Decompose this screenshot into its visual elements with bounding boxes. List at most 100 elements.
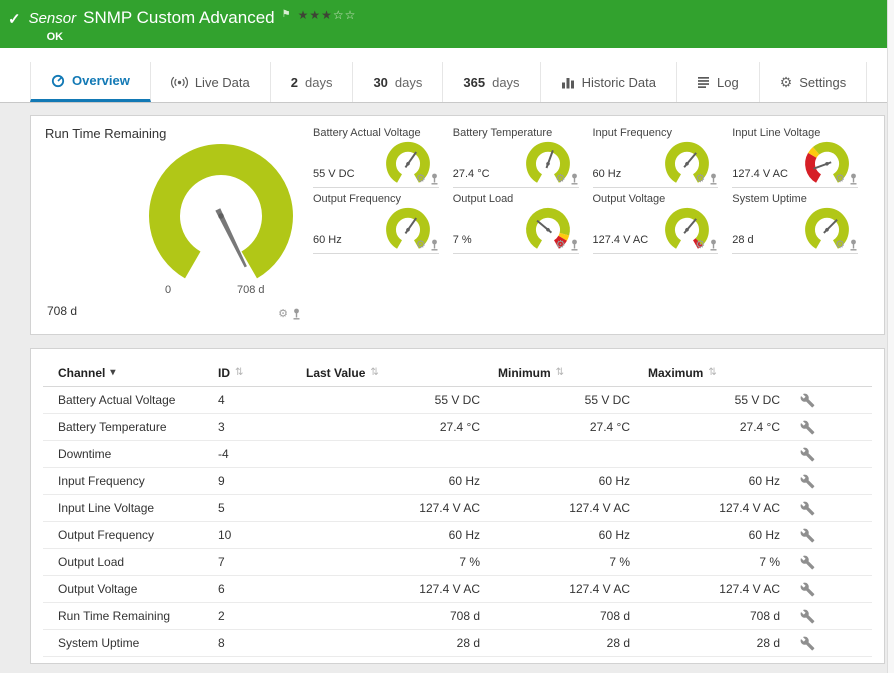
channel-name[interactable]: Downtime — [58, 447, 218, 461]
last-value: 127.4 V AC — [419, 501, 480, 515]
table-row[interactable]: Output Voltage 6 127.4 V AC 127.4 V AC 1… — [43, 576, 872, 603]
minimum-value: 60 Hz — [598, 474, 630, 488]
pin-icon[interactable] — [849, 239, 858, 251]
gear-icon[interactable]: ⚙ — [556, 238, 566, 251]
channel-name[interactable]: Input Frequency — [58, 474, 218, 488]
tab-label: days — [492, 74, 520, 90]
gear-icon[interactable]: ⚙ — [278, 307, 288, 320]
sort-icon[interactable]: ⇅ — [370, 367, 378, 378]
tab-live-data[interactable]: Live Data — [151, 62, 271, 102]
gauge-output-load: Output Load 7 % ⚙ — [452, 192, 579, 254]
gauge-system-uptime: System Uptime 28 d ⚙ — [732, 192, 858, 254]
wrench-settings-icon[interactable] — [800, 636, 815, 651]
tab-label: Historic Data — [581, 74, 656, 90]
table-row[interactable]: Output Frequency 10 60 Hz 60 Hz 60 Hz — [43, 522, 872, 549]
pin-icon[interactable] — [709, 239, 718, 251]
column-header-last-value[interactable]: Last Value ⇅ — [306, 366, 498, 380]
table-row[interactable]: System Uptime 8 28 d 28 d 28 d — [43, 630, 872, 657]
log-list-icon — [697, 77, 709, 88]
sort-icon[interactable]: ⇅ — [708, 367, 716, 378]
gear-icon[interactable]: ⚙ — [695, 172, 705, 185]
column-header-minimum[interactable]: Minimum ⇅ — [498, 366, 648, 380]
tab-2-days[interactable]: 2 days — [271, 62, 354, 102]
gear-icon[interactable]: ⚙ — [835, 238, 845, 251]
table-row[interactable]: Battery Actual Voltage 4 55 V DC 55 V DC… — [43, 387, 872, 414]
minimum-value: 60 Hz — [598, 528, 630, 542]
pin-icon[interactable] — [430, 173, 439, 185]
channel-name[interactable]: Output Voltage — [58, 582, 218, 596]
minimum-value: 27.4 °C — [589, 420, 630, 434]
wrench-settings-icon[interactable] — [800, 501, 815, 516]
channel-name[interactable]: Run Time Remaining — [58, 609, 218, 623]
column-header-channel[interactable]: Channel ▾ — [58, 366, 218, 380]
channel-name[interactable]: System Uptime — [58, 636, 218, 650]
channel-name[interactable]: Battery Actual Voltage — [58, 393, 218, 407]
gear-icon[interactable]: ⚙ — [416, 172, 426, 185]
channel-id: 10 — [218, 528, 232, 542]
pin-icon[interactable] — [570, 239, 579, 251]
wrench-settings-icon[interactable] — [800, 555, 815, 570]
gauge-value: 60 Hz — [313, 234, 342, 246]
tab-historic-data[interactable]: Historic Data — [541, 62, 677, 102]
pin-icon[interactable] — [430, 239, 439, 251]
wrench-settings-icon[interactable] — [800, 582, 815, 597]
wrench-settings-icon[interactable] — [800, 528, 815, 543]
pin-icon[interactable] — [292, 308, 301, 320]
gear-icon[interactable]: ⚙ — [556, 172, 566, 185]
tab-30-days[interactable]: 30 days — [353, 62, 444, 102]
priority-stars[interactable]: ★★★☆☆ — [298, 8, 357, 22]
gauge-battery-temperature: Battery Temperature 27.4 °C ⚙ — [452, 126, 579, 188]
gear-icon[interactable]: ⚙ — [416, 238, 426, 251]
pin-icon[interactable] — [709, 173, 718, 185]
pin-icon[interactable] — [849, 173, 858, 185]
column-header-maximum[interactable]: Maximum ⇅ — [648, 366, 798, 380]
tab-label: Settings — [799, 74, 847, 90]
tab-label: Live Data — [194, 74, 250, 90]
wrench-settings-icon[interactable] — [800, 393, 815, 408]
gear-icon[interactable]: ⚙ — [835, 172, 845, 185]
star-filled-icons[interactable]: ★★★ — [298, 8, 333, 22]
tab-label: Log — [716, 74, 739, 90]
tab-overview[interactable]: Overview — [30, 62, 151, 102]
channel-name[interactable]: Input Line Voltage — [58, 501, 218, 515]
channel-name[interactable]: Output Frequency — [58, 528, 218, 542]
table-row[interactable]: Output Load 7 7 % 7 % 7 % — [43, 549, 872, 576]
maximum-value: 27.4 °C — [739, 420, 780, 434]
gauge-value: 7 % — [452, 234, 472, 246]
channel-id: 4 — [218, 393, 225, 407]
table-row[interactable]: Input Frequency 9 60 Hz 60 Hz 60 Hz — [43, 468, 872, 495]
overview-gauge-icon — [51, 74, 65, 87]
table-row[interactable]: Input Line Voltage 5 127.4 V AC 127.4 V … — [43, 495, 872, 522]
column-header-id[interactable]: ID ⇅ — [218, 366, 306, 380]
pin-icon[interactable] — [570, 173, 579, 185]
last-value: 28 d — [456, 636, 480, 650]
sort-icon[interactable]: ⇅ — [235, 367, 243, 378]
wrench-settings-icon[interactable] — [800, 447, 815, 462]
scrollbar-track[interactable] — [887, 0, 894, 673]
channel-name[interactable]: Output Load — [58, 555, 218, 569]
gauge-output-frequency: Output Frequency 60 Hz ⚙ — [313, 192, 439, 254]
tab-number: 365 — [463, 74, 486, 90]
wrench-settings-icon[interactable] — [800, 474, 815, 489]
star-empty-icons[interactable]: ☆☆ — [333, 8, 357, 22]
gear-icon[interactable]: ⚙ — [695, 238, 705, 251]
gauge-value: 55 V DC — [313, 168, 355, 180]
wrench-settings-icon[interactable] — [800, 609, 815, 624]
wrench-settings-icon[interactable] — [800, 420, 815, 435]
channel-name[interactable]: Battery Temperature — [58, 420, 218, 434]
table-row[interactable]: Run Time Remaining 2 708 d 708 d 708 d — [43, 603, 872, 630]
channel-id: 6 — [218, 582, 225, 596]
maximum-value: 55 V DC — [734, 393, 780, 407]
priority-flag-icon[interactable]: ⚑ — [282, 9, 291, 20]
tab-number: 2 — [290, 74, 298, 90]
sort-icon[interactable]: ⇅ — [556, 367, 564, 378]
sort-desc-icon[interactable]: ▾ — [110, 367, 115, 378]
tab-settings[interactable]: ⚙ Settings — [760, 62, 868, 102]
table-row[interactable]: Battery Temperature 3 27.4 °C 27.4 °C 27… — [43, 414, 872, 441]
tab-log[interactable]: Log — [677, 62, 760, 102]
tab-365-days[interactable]: 365 days — [443, 62, 541, 102]
page-title: SNMP Custom Advanced — [83, 8, 275, 27]
gear-icon: ⚙ — [779, 73, 793, 90]
table-row[interactable]: Downtime -4 — [43, 441, 872, 468]
table-header-row: Channel ▾ ID ⇅ Last Value ⇅ Minimum ⇅ Ma… — [43, 359, 872, 387]
